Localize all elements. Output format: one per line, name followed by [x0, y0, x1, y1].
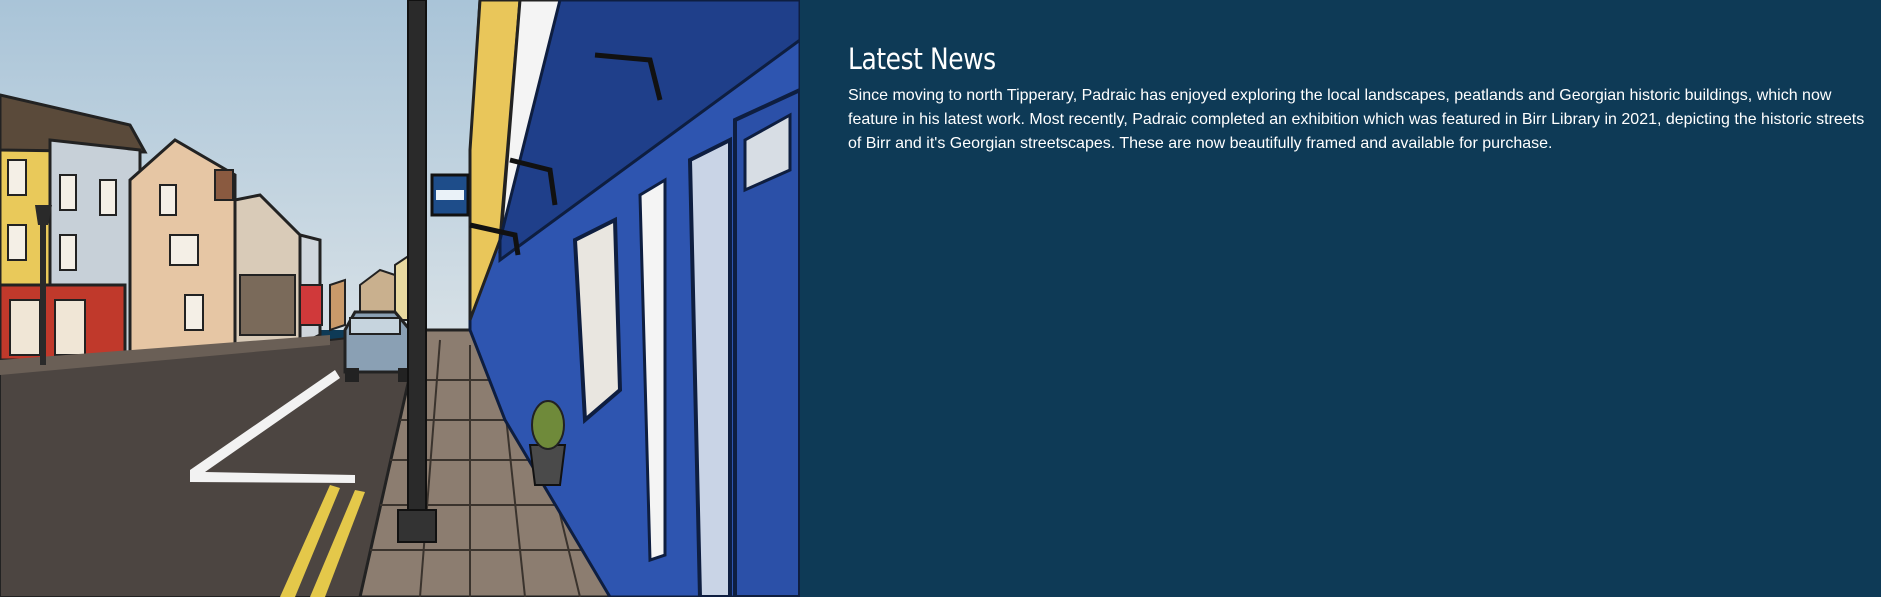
- latest-news-section: Latest News Since moving to north Tipper…: [0, 0, 1881, 597]
- latest-news-body: Since moving to north Tipperary, Padraic…: [848, 87, 1865, 152]
- street-painting-svg: [0, 0, 800, 597]
- latest-news-heading: Latest News: [848, 42, 996, 76]
- street-painting-image: [0, 0, 800, 597]
- latest-news-panel: Latest News Since moving to north Tipper…: [800, 0, 1881, 597]
